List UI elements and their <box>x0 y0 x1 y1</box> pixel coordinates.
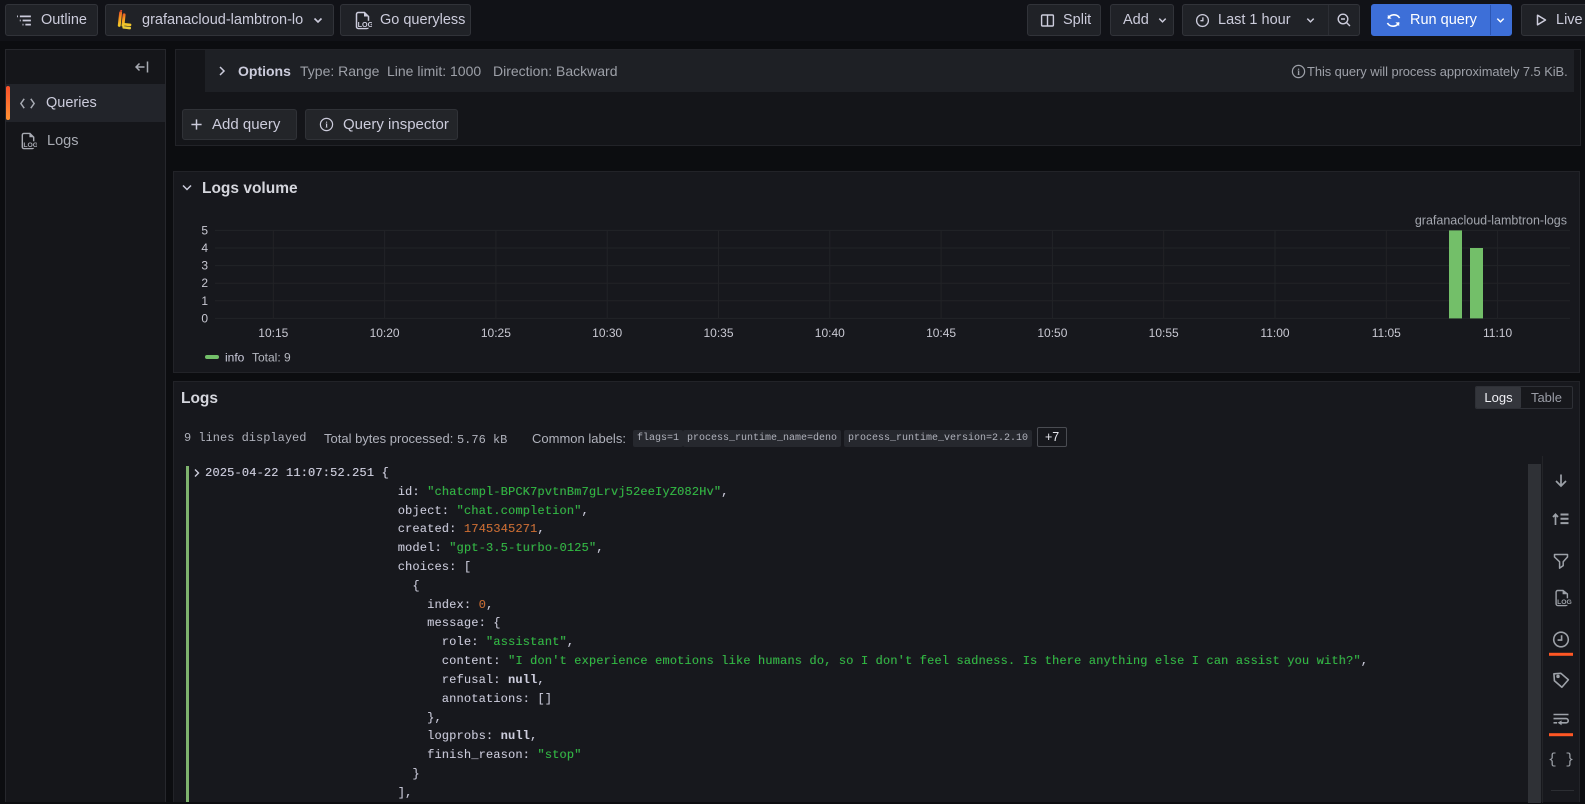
svg-text:LOG: LOG <box>1557 599 1572 606</box>
svg-text:10:35: 10:35 <box>703 326 733 340</box>
svg-text:0: 0 <box>201 311 208 325</box>
svg-text:info: info <box>225 351 245 365</box>
svg-text:5: 5 <box>201 223 208 237</box>
svg-text:{ }: { } <box>1548 753 1574 769</box>
svg-text:10:45: 10:45 <box>926 326 956 340</box>
svg-text:grafanacloud-lambtron-logs: grafanacloud-lambtron-logs <box>1415 214 1567 228</box>
svg-text:10:40: 10:40 <box>815 326 845 340</box>
svg-text:10:30: 10:30 <box>592 326 622 340</box>
svg-text:10:25: 10:25 <box>481 326 511 340</box>
svg-text:i: i <box>1297 68 1300 78</box>
svg-text:LOG: LOG <box>358 20 372 29</box>
svg-text:Total: 9: Total: 9 <box>252 351 291 365</box>
svg-text:2: 2 <box>201 276 208 290</box>
svg-text:1: 1 <box>201 294 208 308</box>
svg-text:3: 3 <box>201 259 208 273</box>
svg-text:4: 4 <box>201 241 208 255</box>
svg-text:10:50: 10:50 <box>1037 326 1067 340</box>
svg-text:10:55: 10:55 <box>1149 326 1179 340</box>
svg-text:i: i <box>325 120 328 130</box>
svg-text:11:00: 11:00 <box>1260 326 1289 340</box>
svg-text:Logs volume: Logs volume <box>202 180 298 197</box>
svg-text:LOG: LOG <box>23 142 37 149</box>
svg-text:11:05: 11:05 <box>1372 326 1401 340</box>
svg-text:10:20: 10:20 <box>370 326 400 340</box>
svg-text:10:15: 10:15 <box>258 326 288 340</box>
svg-text:11:10: 11:10 <box>1483 326 1512 340</box>
